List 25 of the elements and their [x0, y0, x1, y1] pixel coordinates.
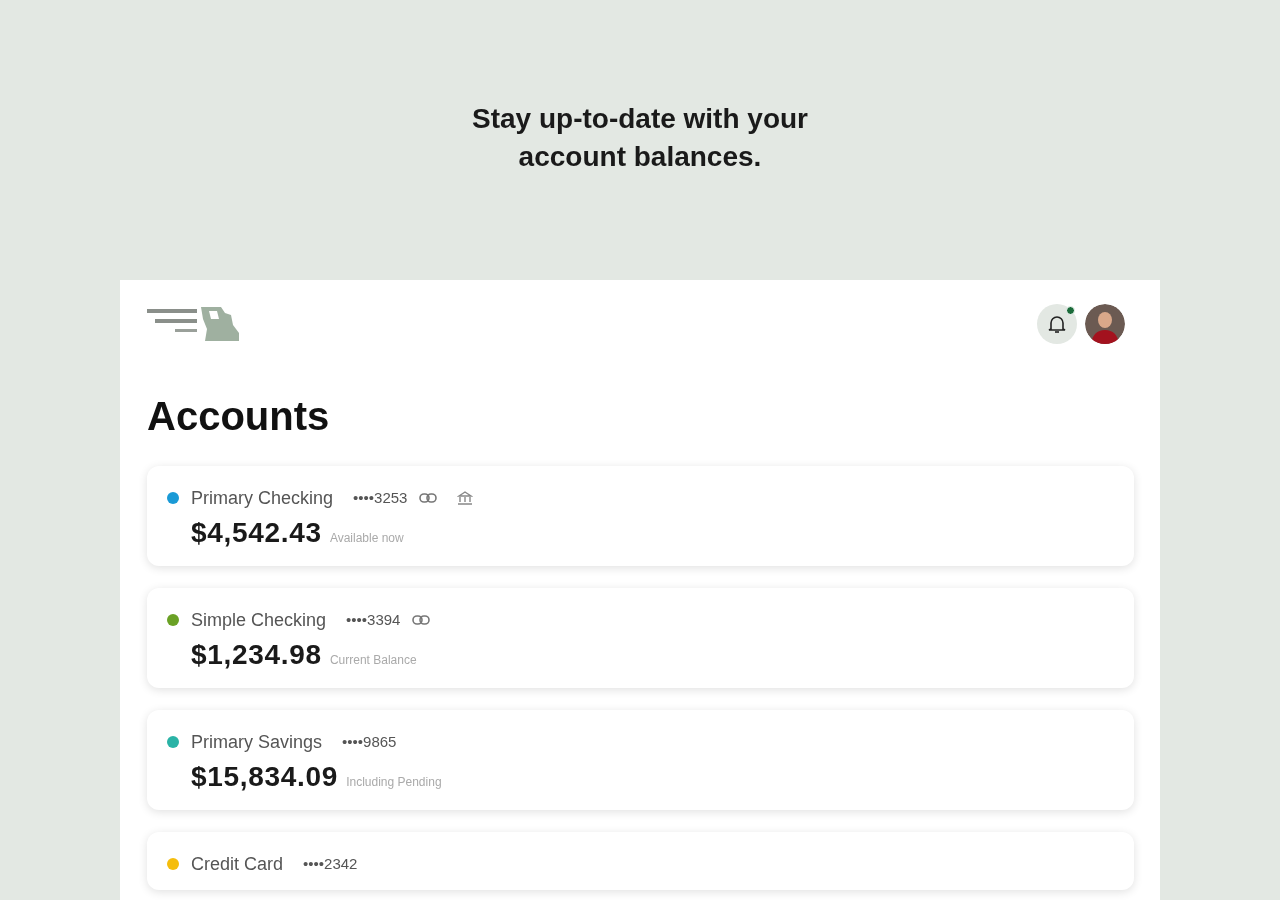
bell-icon	[1048, 314, 1066, 334]
balance-label: Including Pending	[346, 774, 442, 791]
account-name: Simple Checking	[191, 608, 327, 632]
headline: Stay up-to-date with your account balances.	[471, 102, 809, 174]
account-number: ••••2342	[303, 853, 358, 874]
account-card[interactable]: Primary Checking ••••3253 $4,542.43 Available now	[147, 466, 1134, 566]
bank-icon	[457, 491, 474, 505]
link-icon	[419, 493, 438, 503]
account-card[interactable]: Simple Checking ••••3394 $1,234.98 Current Balance	[147, 588, 1134, 688]
account-card[interactable]: Credit Card ••••2342	[147, 832, 1134, 890]
notification-button[interactable]	[1037, 304, 1077, 344]
account-number: ••••9865	[342, 731, 397, 752]
balance-label: Current Balance	[329, 652, 417, 669]
account-name: Credit Card	[191, 852, 284, 876]
account-balance: $1,234.98	[191, 638, 322, 672]
account-card[interactable]: Primary Savings ••••9865 $15,834.09 Including Pending	[147, 710, 1134, 810]
account-name: Primary Checking	[191, 486, 334, 510]
account-number: ••••3394	[346, 609, 401, 630]
account-number: ••••3253	[353, 487, 408, 508]
account-balance: $15,834.09	[191, 760, 339, 794]
page-title: Accounts	[147, 393, 331, 440]
balance-label: Available now	[329, 530, 404, 547]
link-icon	[412, 615, 431, 625]
account-balance: $4,542.43	[191, 516, 322, 550]
account-name: Primary Savings	[191, 730, 323, 754]
